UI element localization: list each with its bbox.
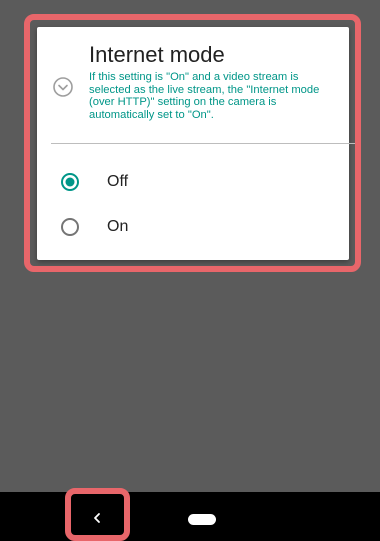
home-pill-icon[interactable]	[188, 514, 216, 525]
dialog-highlight-frame	[24, 14, 361, 272]
back-highlight-frame	[65, 488, 130, 541]
